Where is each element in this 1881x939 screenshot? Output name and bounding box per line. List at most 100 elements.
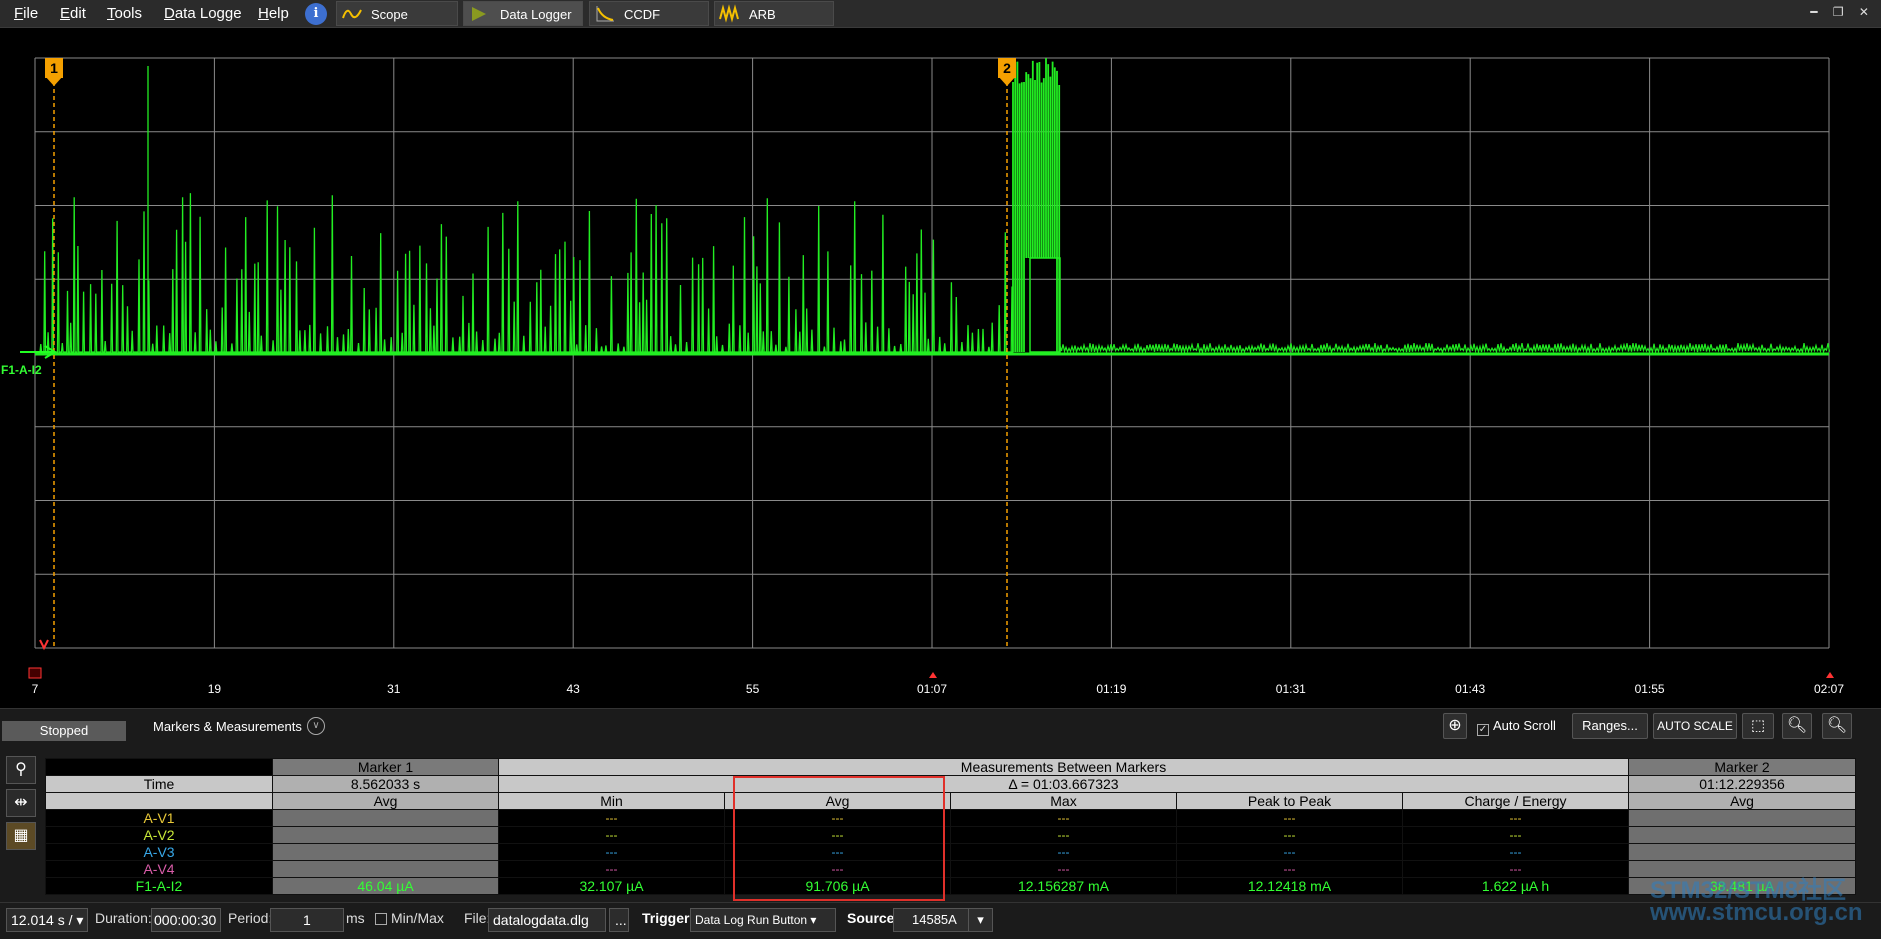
- trigger-label: Trigger: [642, 910, 690, 926]
- col-header: Peak to Peak: [1176, 792, 1403, 810]
- watermark: STM32/STM8社区 www.stmcu.org.cn: [1650, 879, 1863, 926]
- table-cell: ---: [1401, 809, 1630, 827]
- browse-button[interactable]: ...: [609, 908, 629, 932]
- zoom-out-button[interactable]: 🔍︎: [1822, 713, 1852, 739]
- x-tick-label: 31: [387, 682, 401, 696]
- chevron-down-icon[interactable]: ▾: [968, 909, 992, 931]
- duration-label: Duration:: [95, 910, 152, 926]
- menu-help[interactable]: Help: [258, 5, 289, 22]
- table-row: A-V2 --- --- --- --- ---: [45, 826, 1857, 844]
- data-logger-plot[interactable]: F1-A-I2 1 2 7 19 31 43 55 01:07 01:19 01:31 01:4…: [0, 28, 1881, 733]
- ranges-button[interactable]: Ranges...: [1572, 713, 1648, 739]
- zoom-region-icon: ⬚: [1750, 717, 1766, 734]
- file-input[interactable]: datalogdata.dlg: [488, 908, 606, 932]
- marker-spread-icon[interactable]: ⇹: [6, 789, 36, 817]
- channel-label: A-V3: [45, 843, 273, 861]
- table-cell: ---: [950, 860, 1177, 878]
- period-unit: ms: [346, 910, 365, 926]
- watermark-line2: www.stmcu.org.cn: [1650, 899, 1863, 926]
- reference-arrow: [20, 345, 57, 359]
- table-cell: 1.622 µA h: [1401, 877, 1630, 895]
- x-tick-label: 01:43: [1455, 682, 1486, 696]
- play-icon: [472, 7, 486, 21]
- marker-home-icon: [28, 667, 42, 679]
- col-header: Charge / Energy: [1401, 792, 1630, 810]
- sine-wave-icon: [342, 9, 362, 19]
- table-cell: ---: [1401, 860, 1630, 878]
- trace-series-f1-a-i2: [35, 193, 1014, 353]
- table-cell: ---: [498, 809, 725, 827]
- menu-bar: File Edit Tools Data Logge Help i Scope …: [0, 0, 1881, 28]
- tab-label: ARB: [749, 7, 776, 22]
- tab-scope[interactable]: Scope: [336, 1, 458, 26]
- table-cell: 32.107 µA: [498, 877, 725, 895]
- x-tick-label: 19: [207, 682, 222, 696]
- zoom-region-button[interactable]: ⬚: [1742, 713, 1774, 739]
- period-input[interactable]: 1: [270, 908, 344, 932]
- trigger-select[interactable]: Data Log Run Button ▾: [690, 908, 836, 932]
- trace-label[interactable]: F1-A-I2: [1, 363, 42, 377]
- arb-icon: [719, 4, 739, 23]
- tab-ccdf[interactable]: CCDF: [589, 1, 709, 26]
- checkbox-icon: [375, 913, 387, 925]
- x-tick-label: 55: [745, 682, 760, 696]
- period-label: Period:: [228, 910, 273, 926]
- delta-time: Δ = 01:03.667323: [497, 775, 1630, 793]
- checkbox-icon: ✓: [1477, 724, 1489, 736]
- info-icon[interactable]: i: [305, 3, 327, 25]
- zoom-in-icon: 🔍︎: [1786, 717, 1808, 734]
- timescale-select[interactable]: 12.014 s / ▾: [6, 908, 88, 932]
- plot-canvas[interactable]: [0, 28, 1881, 708]
- markers-measurements-label[interactable]: Markers & Measurements: [153, 719, 302, 734]
- window-controls[interactable]: ━ ❐ ✕: [1810, 5, 1875, 19]
- table-cell: ---: [1401, 843, 1630, 861]
- duration-input[interactable]: 000:00:30: [151, 908, 221, 932]
- source-value: 14585A: [912, 912, 957, 927]
- marker-1-header: Marker 1: [272, 758, 499, 776]
- x-tick-label: 01:31: [1275, 682, 1306, 696]
- menu-file[interactable]: File: [14, 5, 38, 22]
- between-markers-header: Measurements Between Markers: [497, 758, 1630, 776]
- minmax-toggle[interactable]: Min/Max: [375, 910, 444, 926]
- add-marker-button[interactable]: ⊕: [1443, 713, 1467, 739]
- marker-1-handle[interactable]: 1: [45, 58, 63, 86]
- table-cell: ---: [950, 826, 1177, 844]
- table-cell: 46.04 µA: [272, 877, 499, 895]
- time-label: Time: [45, 775, 273, 793]
- tab-data-logger[interactable]: Data Logger: [463, 1, 583, 26]
- menu-data-logger[interactable]: Data Logge: [164, 5, 242, 22]
- col-header: Avg: [272, 792, 499, 810]
- tab-arb[interactable]: ARB: [714, 1, 834, 26]
- marker-2-handle[interactable]: 2: [998, 58, 1016, 86]
- channel-label: A-V2: [45, 826, 273, 844]
- table-cell: ---: [498, 826, 725, 844]
- chevron-down-icon[interactable]: ∨: [307, 717, 325, 735]
- timescale-value: 12.014 s /: [11, 912, 73, 928]
- table-cell: 12.156287 mA: [950, 877, 1177, 895]
- auto-scroll-toggle[interactable]: ✓ Auto Scroll: [1477, 718, 1556, 736]
- menu-edit[interactable]: Edit: [60, 5, 86, 22]
- source-select[interactable]: 14585A ▾: [893, 908, 993, 932]
- table-row: A-V4 --- --- --- --- ---: [45, 860, 1857, 878]
- zoom-in-button[interactable]: 🔍︎: [1782, 713, 1812, 739]
- measurements-table: Marker 1 Measurements Between Markers Ma…: [45, 758, 1857, 895]
- auto-scale-button[interactable]: AUTO SCALE: [1653, 713, 1737, 739]
- menu-tools[interactable]: Tools: [107, 5, 142, 22]
- table-corner: [45, 758, 273, 776]
- grid-layout-icon[interactable]: ▦: [6, 822, 36, 850]
- data-logger-app: File Edit Tools Data Logge Help i Scope …: [0, 0, 1881, 939]
- probe-icon[interactable]: ⚲: [6, 756, 36, 784]
- auto-scroll-label: Auto Scroll: [1493, 718, 1556, 733]
- zoom-out-icon: 🔍︎: [1826, 717, 1848, 734]
- table-cell: [1628, 826, 1857, 844]
- table-cell: [272, 826, 499, 844]
- status-badge: Stopped: [2, 721, 126, 741]
- channel-label: A-V4: [45, 860, 273, 878]
- table-cell: ---: [950, 809, 1177, 827]
- minmax-label: Min/Max: [391, 910, 444, 926]
- table-row: F1-A-I2 46.04 µA 32.107 µA 91.706 µA 12.1562…: [45, 877, 1857, 895]
- channel-label: A-V1: [45, 809, 273, 827]
- channel-label: F1-A-I2: [45, 877, 273, 895]
- table-cell: [1628, 860, 1857, 878]
- bottom-settings-bar: 12.014 s / ▾ Duration: 000:00:30 Period:…: [0, 902, 1881, 939]
